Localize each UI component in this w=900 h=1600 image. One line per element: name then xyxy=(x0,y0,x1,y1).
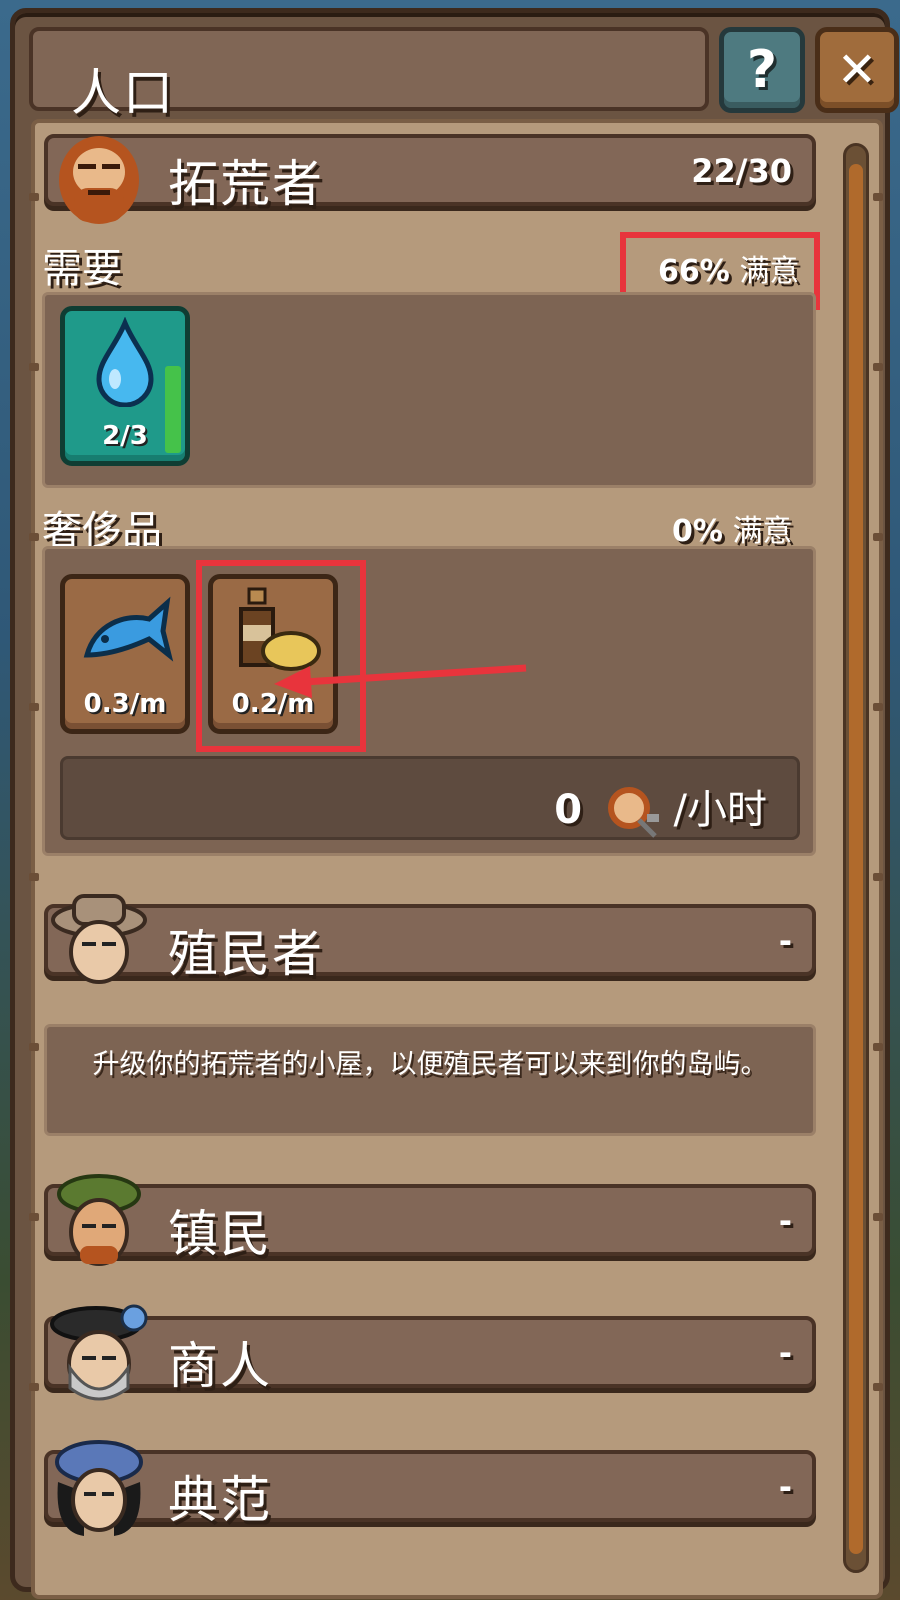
class-name: 典范 xyxy=(168,1471,272,1529)
colonist-portrait-icon xyxy=(51,894,147,984)
artisan-portrait-icon xyxy=(50,1304,148,1401)
scrollbar[interactable] xyxy=(843,143,869,1573)
class-header-engineers[interactable]: 典范 - xyxy=(44,1450,816,1529)
worker-portrait-icon xyxy=(57,1174,141,1266)
nail-decoration xyxy=(873,1213,883,1221)
population-count: - xyxy=(778,1202,792,1240)
scrollbar-thumb[interactable] xyxy=(849,164,863,1554)
luxury-tile-fish[interactable]: 0.3/m xyxy=(60,574,190,734)
growth-rate-bar: 0 /小时 xyxy=(60,756,800,840)
nail-decoration xyxy=(29,873,39,881)
nail-decoration xyxy=(873,703,883,711)
population-count: 22/30 xyxy=(691,152,792,190)
title-bar: 人口 xyxy=(29,27,709,122)
nail-decoration xyxy=(873,193,883,201)
luxury-satisfaction: 0% 满意 xyxy=(672,506,792,550)
fish-icon xyxy=(83,596,174,662)
pioneer-portrait-icon xyxy=(59,136,139,224)
population-screen: 人口 ? ✕ 拓荒者 22/30 需要 66% 满意 2/3 奢侈品 0% 满意… xyxy=(0,0,900,1600)
colonists-description: 升级你的拓荒者的小屋，以便殖民者可以来到你的岛屿。 xyxy=(44,1024,816,1136)
class-header-pioneers[interactable]: 拓荒者 22/30 xyxy=(44,134,816,213)
luxury-satisfaction-label: 满意 xyxy=(732,514,793,549)
growth-rate-unit: /小时 xyxy=(673,787,767,833)
class-header-artisans[interactable]: 商人 - xyxy=(44,1316,816,1395)
class-header-workers[interactable]: 镇民 - xyxy=(44,1184,816,1263)
population-count: - xyxy=(778,1334,792,1372)
nail-decoration xyxy=(29,533,39,541)
window-title: 人口 xyxy=(71,64,175,122)
help-button[interactable]: ? xyxy=(719,27,805,113)
nail-decoration xyxy=(873,1383,883,1391)
need-value: 2/3 xyxy=(102,421,148,451)
nail-decoration xyxy=(29,1383,39,1391)
nail-decoration xyxy=(873,1043,883,1051)
class-name: 拓荒者 xyxy=(168,155,324,213)
highlight-arrow-icon xyxy=(274,664,527,698)
nail-decoration xyxy=(29,1043,39,1051)
nail-decoration xyxy=(873,533,883,541)
nail-decoration xyxy=(873,873,883,881)
pioneer-hammer-icon xyxy=(607,787,659,838)
nail-decoration xyxy=(873,363,883,371)
water-drop-icon xyxy=(96,317,154,407)
nail-decoration xyxy=(29,193,39,201)
nail-decoration xyxy=(29,1213,39,1221)
growth-rate: 0 /小时 xyxy=(554,777,767,840)
close-button[interactable]: ✕ xyxy=(815,27,899,113)
need-tile-water[interactable]: 2/3 xyxy=(60,306,190,466)
needs-label: 需要 xyxy=(42,246,122,292)
luxury-satisfaction-value: 0% xyxy=(672,514,723,549)
population-count: - xyxy=(778,922,792,960)
growth-rate-value: 0 xyxy=(554,787,583,833)
class-name: 商人 xyxy=(168,1337,272,1395)
nail-decoration xyxy=(29,363,39,371)
class-header-colonists[interactable]: 殖民者 - xyxy=(44,904,816,983)
population-count: - xyxy=(778,1468,792,1506)
engineer-portrait-icon xyxy=(55,1440,143,1536)
class-name: 镇民 xyxy=(168,1205,272,1263)
luxury-value: 0.3/m xyxy=(83,689,167,719)
nail-decoration xyxy=(29,703,39,711)
class-name: 殖民者 xyxy=(168,925,324,983)
